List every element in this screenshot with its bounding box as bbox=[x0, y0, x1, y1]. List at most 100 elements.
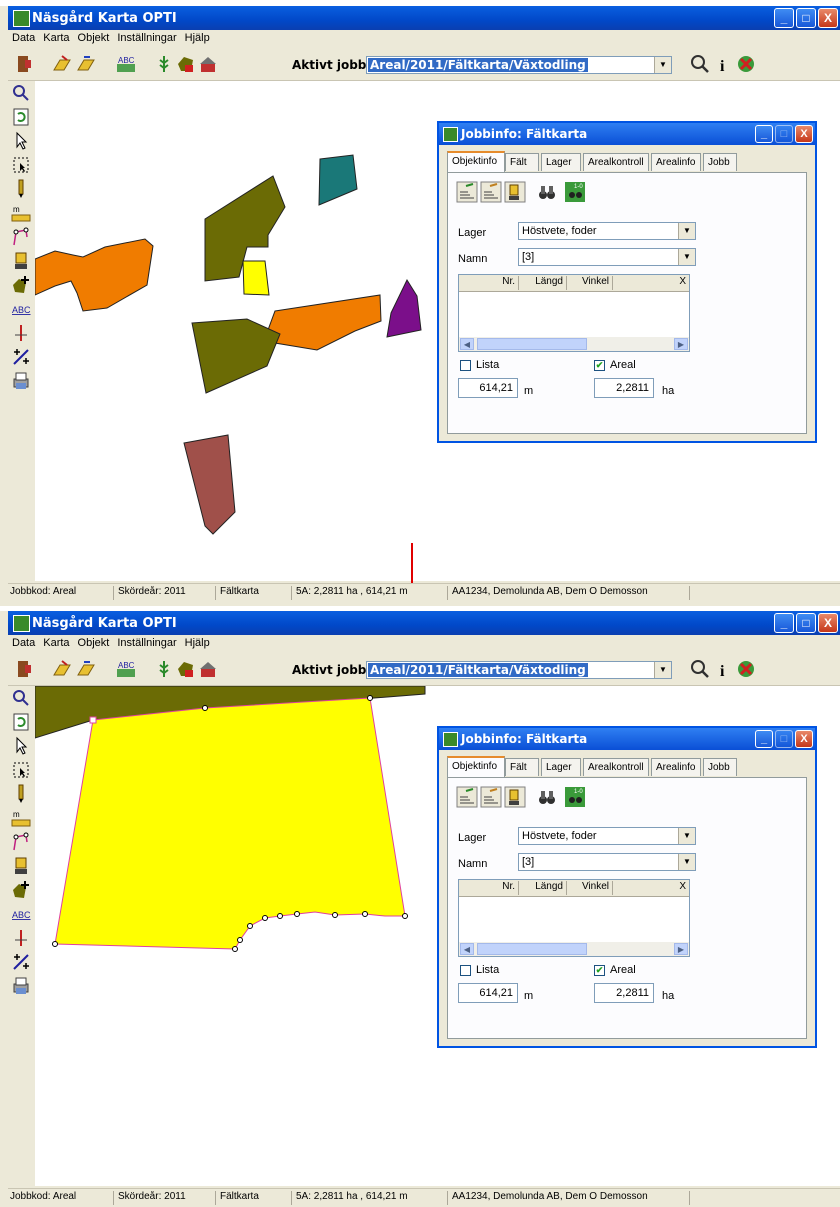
pointer-icon[interactable] bbox=[11, 736, 31, 756]
farm-icon[interactable] bbox=[198, 54, 218, 74]
add-object-icon[interactable] bbox=[11, 275, 31, 295]
namn-select[interactable]: [3] ▼ bbox=[518, 853, 696, 871]
area-field[interactable]: 2,2811 bbox=[594, 378, 654, 398]
field-orange-center[interactable] bbox=[267, 294, 382, 351]
chevron-down-icon[interactable]: ▼ bbox=[654, 57, 671, 73]
length-field[interactable]: 614,21 bbox=[458, 983, 518, 1003]
select-area-icon[interactable] bbox=[11, 760, 31, 780]
close-map-icon[interactable] bbox=[76, 54, 96, 74]
gps-point-icon[interactable] bbox=[504, 181, 526, 203]
grid-scrollbar[interactable]: ◀ ▶ bbox=[459, 942, 689, 956]
zoom-icon[interactable] bbox=[690, 659, 710, 679]
lager-select[interactable]: Höstvete, foder ▼ bbox=[518, 827, 696, 845]
chevron-down-icon[interactable]: ▼ bbox=[678, 854, 695, 870]
dialog-minimize-button[interactable]: _ bbox=[755, 730, 773, 748]
open-map-icon[interactable] bbox=[52, 54, 72, 74]
tab-lager[interactable]: Lager bbox=[541, 758, 581, 776]
scroll-thumb[interactable] bbox=[477, 338, 587, 350]
minimize-button[interactable]: _ bbox=[774, 613, 794, 633]
vertex-node[interactable] bbox=[202, 705, 208, 711]
scroll-thumb[interactable] bbox=[477, 943, 587, 955]
maximize-button[interactable]: □ bbox=[796, 613, 816, 633]
col-nr[interactable]: Nr. bbox=[473, 276, 519, 290]
coordinate-grid[interactable]: Nr. Längd Vinkel X ◀ ▶ bbox=[458, 879, 690, 957]
menu-installningar[interactable]: Inställningar bbox=[113, 635, 180, 649]
field-purple[interactable] bbox=[386, 278, 422, 338]
crop-icon[interactable] bbox=[154, 54, 174, 74]
abc-text-icon[interactable]: ABC bbox=[116, 659, 136, 679]
pen-icon[interactable] bbox=[11, 179, 31, 199]
field-brown[interactable] bbox=[183, 434, 236, 535]
refresh-icon[interactable] bbox=[11, 107, 31, 127]
field-yellow-selected[interactable] bbox=[242, 260, 270, 296]
dialog-maximize-button[interactable]: □ bbox=[775, 125, 793, 143]
exit-icon[interactable] bbox=[14, 54, 34, 74]
stop-icon[interactable] bbox=[736, 54, 756, 74]
col-vinkel[interactable]: Vinkel bbox=[567, 276, 613, 290]
aktivt-jobb-select[interactable]: Areal/2011/Fältkarta/Växtodling ▼ bbox=[366, 661, 672, 679]
length-field[interactable]: 614,21 bbox=[458, 378, 518, 398]
refresh-icon[interactable] bbox=[11, 712, 31, 732]
tab-arealinfo[interactable]: Arealinfo bbox=[651, 153, 701, 171]
lista-checkbox[interactable] bbox=[460, 965, 471, 976]
tab-lager[interactable]: Lager bbox=[541, 153, 581, 171]
namn-select[interactable]: [3] ▼ bbox=[518, 248, 696, 266]
split-icon[interactable] bbox=[11, 952, 31, 972]
vertex-node[interactable] bbox=[247, 923, 253, 929]
chevron-down-icon[interactable]: ▼ bbox=[654, 662, 671, 678]
menu-hjalp[interactable]: Hjälp bbox=[181, 30, 214, 44]
dialog-minimize-button[interactable]: _ bbox=[755, 125, 773, 143]
farm-icon[interactable] bbox=[198, 659, 218, 679]
vertex-node[interactable] bbox=[262, 915, 268, 921]
import-list-icon[interactable] bbox=[480, 786, 502, 808]
tab-arealkontroll[interactable]: Arealkontroll bbox=[583, 153, 649, 171]
chevron-down-icon[interactable]: ▼ bbox=[678, 828, 695, 844]
dialog-maximize-button[interactable]: □ bbox=[775, 730, 793, 748]
stop-icon[interactable] bbox=[736, 659, 756, 679]
binoculars-icon[interactable] bbox=[536, 181, 558, 203]
tab-jobb[interactable]: Jobb bbox=[703, 758, 737, 776]
col-vinkel[interactable]: Vinkel bbox=[567, 881, 613, 895]
export-list-icon[interactable] bbox=[456, 181, 478, 203]
info-icon[interactable]: i bbox=[714, 54, 734, 75]
menu-data[interactable]: Data bbox=[8, 635, 39, 649]
open-map-icon[interactable] bbox=[52, 659, 72, 679]
scroll-left-icon[interactable]: ◀ bbox=[460, 943, 474, 955]
zoom-icon[interactable] bbox=[11, 688, 31, 708]
gps-icon[interactable] bbox=[11, 251, 31, 271]
export-list-icon[interactable] bbox=[456, 786, 478, 808]
area-field[interactable]: 2,2811 bbox=[594, 983, 654, 1003]
vertex-node[interactable] bbox=[362, 911, 368, 917]
edit-nodes-icon[interactable] bbox=[11, 227, 31, 247]
zoom-icon[interactable] bbox=[11, 83, 31, 103]
edit-nodes-icon[interactable] bbox=[11, 832, 31, 852]
select-area-icon[interactable] bbox=[11, 155, 31, 175]
areal-checkbox[interactable]: ✔ bbox=[594, 360, 605, 371]
vertex-node[interactable] bbox=[237, 937, 243, 943]
vertex-node[interactable] bbox=[232, 946, 238, 952]
vertex-node[interactable] bbox=[52, 941, 58, 947]
gps-icon[interactable] bbox=[11, 856, 31, 876]
tab-jobb[interactable]: Jobb bbox=[703, 153, 737, 171]
menu-installningar[interactable]: Inställningar bbox=[113, 30, 180, 44]
add-object-icon[interactable] bbox=[11, 880, 31, 900]
tab-objektinfo[interactable]: Objektinfo bbox=[447, 756, 505, 777]
vertex-node[interactable] bbox=[294, 911, 300, 917]
scroll-left-icon[interactable]: ◀ bbox=[460, 338, 474, 350]
measure-icon[interactable]: m bbox=[11, 808, 31, 828]
col-langd[interactable]: Längd bbox=[519, 881, 567, 895]
binoculars-icon[interactable] bbox=[536, 786, 558, 808]
field-olive-south[interactable] bbox=[191, 318, 281, 394]
grid-scrollbar[interactable]: ◀ ▶ bbox=[459, 337, 689, 351]
pen-icon[interactable] bbox=[11, 784, 31, 804]
chevron-down-icon[interactable]: ▼ bbox=[678, 249, 695, 265]
menu-hjalp[interactable]: Hjälp bbox=[181, 635, 214, 649]
tab-arealinfo[interactable]: Arealinfo bbox=[651, 758, 701, 776]
grid-close-icon[interactable]: X bbox=[671, 276, 689, 290]
field-teal[interactable] bbox=[318, 154, 358, 206]
abc-text-icon[interactable]: ABC bbox=[116, 54, 136, 74]
dialog-close-button[interactable]: X bbox=[795, 125, 813, 143]
crop-icon[interactable] bbox=[154, 659, 174, 679]
maximize-button[interactable]: □ bbox=[796, 8, 816, 28]
coordinate-grid[interactable]: Nr. Längd Vinkel X ◀ ▶ bbox=[458, 274, 690, 352]
